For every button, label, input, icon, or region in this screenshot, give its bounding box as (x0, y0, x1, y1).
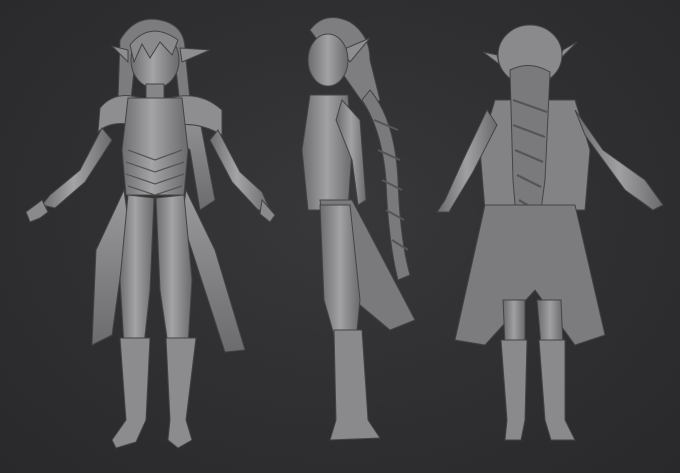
elf-character-front-icon (25, 18, 276, 449)
arm-right (209, 129, 271, 211)
elf-character-side-icon (301, 17, 416, 441)
ear-back-left (482, 51, 500, 66)
ear-right-shape (179, 47, 211, 63)
front-view-figure (0, 0, 290, 473)
sculpt-viewport (0, 0, 680, 473)
back-view-figure (425, 0, 680, 473)
leg-right (155, 194, 193, 346)
boot-side (329, 329, 381, 441)
boot-left (111, 337, 151, 449)
coat-back-shape (454, 204, 606, 346)
leg-back-right (536, 299, 564, 346)
torso-shape (121, 97, 189, 196)
side-view-figure (270, 0, 450, 473)
boot-right (165, 337, 197, 449)
boot-back-right (538, 339, 576, 441)
head-side-shape (307, 33, 349, 87)
neck-shape (145, 83, 165, 99)
arm-left (41, 127, 113, 209)
leg-back-left (502, 299, 526, 346)
boot-back-left (500, 339, 528, 441)
elf-character-back-icon (436, 24, 664, 441)
